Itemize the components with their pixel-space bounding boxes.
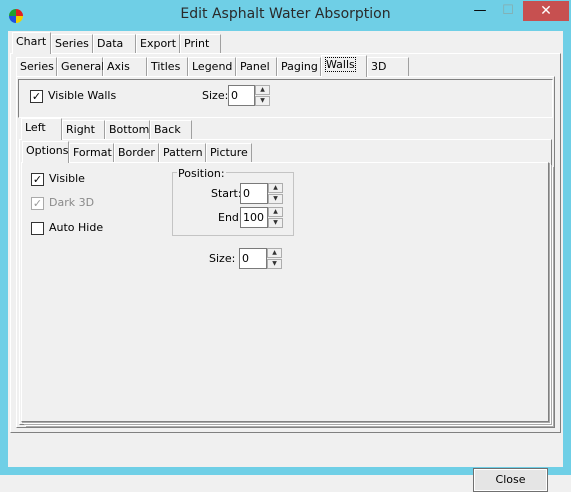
auto-hide-checkbox[interactable] [31, 222, 44, 235]
tab-axis[interactable]: Axis [103, 57, 147, 76]
walls-size-label: Size: [202, 89, 229, 102]
tab-picture[interactable]: Picture [206, 143, 252, 162]
spin-down-icon[interactable]: ▼ [268, 194, 283, 204]
visible-label: Visible [49, 172, 85, 185]
position-group-title: Position: [177, 167, 226, 180]
options-size-input[interactable]: 0 [239, 248, 267, 269]
spin-down-icon[interactable]: ▼ [267, 259, 282, 269]
start-label: Start: [211, 187, 242, 200]
end-input[interactable]: 100 [240, 207, 268, 228]
spin-up-icon[interactable]: ▲ [268, 207, 283, 217]
auto-hide-label: Auto Hide [49, 221, 104, 234]
dark3d-label: Dark 3D [49, 196, 95, 209]
dark3d-checkbox[interactable]: ✓ [31, 197, 44, 210]
spin-up-icon[interactable]: ▲ [255, 85, 270, 95]
maximize-button[interactable]: ☐ [494, 1, 522, 21]
end-spinner[interactable]: ▲ ▼ [268, 207, 283, 228]
visible-walls-label: Visible Walls [48, 89, 117, 102]
tab-print[interactable]: Print [180, 34, 221, 53]
start-spinner[interactable]: ▲ ▼ [268, 183, 283, 204]
tab-walls[interactable]: Walls [321, 55, 367, 77]
dialog-window: Edit Asphalt Water Absorption — ☐ ✕ Char… [0, 0, 571, 492]
close-window-button[interactable]: ✕ [523, 1, 569, 21]
left-wall-panel: Options Format Border Pattern Picture ✓ … [19, 139, 552, 425]
tab-panel[interactable]: Panel [236, 57, 277, 76]
tab-pattern[interactable]: Pattern [159, 143, 206, 162]
end-label: End: [218, 211, 243, 224]
tab-export[interactable]: Export [136, 34, 180, 53]
walls-panel: ✓ Visible Walls Size: 0 ▲ ▼ Left Right B… [16, 76, 555, 428]
tab-chart-series[interactable]: Series [16, 57, 57, 76]
spin-up-icon[interactable]: ▲ [267, 248, 282, 258]
tab-border[interactable]: Border [114, 143, 159, 162]
options-size-spinner[interactable]: ▲ ▼ [267, 248, 282, 269]
minimize-button[interactable]: — [466, 1, 494, 21]
tab-3d[interactable]: 3D [367, 57, 409, 76]
tab-format[interactable]: Format [69, 143, 114, 162]
tab-options[interactable]: Options [22, 141, 69, 163]
walls-options-bar: ✓ Visible Walls Size: 0 ▲ ▼ [18, 79, 553, 118]
options-panel: ✓ Visible ✓ Dark 3D Auto Hide Position: … [21, 162, 549, 422]
tab-bottom[interactable]: Bottom [105, 120, 150, 139]
visible-walls-checkbox[interactable]: ✓ [30, 90, 43, 103]
title-bar: Edit Asphalt Water Absorption — ☐ ✕ [0, 0, 571, 31]
start-input[interactable]: 0 [240, 183, 268, 204]
tab-general[interactable]: General [57, 57, 104, 76]
spin-down-icon[interactable]: ▼ [268, 218, 283, 228]
tab-left[interactable]: Left [21, 118, 62, 140]
tab-walls-label: Walls [325, 57, 356, 72]
spin-down-icon[interactable]: ▼ [255, 96, 270, 106]
dialog-client: Chart Series Data Export Print Series Ge… [8, 31, 563, 492]
tab-back[interactable]: Back [150, 120, 192, 139]
options-size-label: Size: [209, 252, 236, 265]
walls-size-input[interactable]: 0 [228, 85, 255, 106]
close-button[interactable]: Close [473, 468, 548, 492]
position-group: Position: Start: 0 ▲ ▼ End: 100 ▲ ▼ [172, 167, 294, 236]
chart-panel: Series General Axis Titles Legend Panel … [10, 53, 561, 433]
tab-titles[interactable]: Titles [147, 57, 188, 76]
tab-chart[interactable]: Chart [12, 32, 51, 54]
spin-up-icon[interactable]: ▲ [268, 183, 283, 193]
tab-right[interactable]: Right [62, 120, 105, 139]
visible-checkbox[interactable]: ✓ [31, 173, 44, 186]
tab-series[interactable]: Series [51, 34, 93, 53]
tab-legend[interactable]: Legend [188, 57, 236, 76]
walls-size-spinner[interactable]: ▲ ▼ [255, 85, 270, 106]
tab-data[interactable]: Data [93, 34, 136, 53]
tab-paging[interactable]: Paging [277, 57, 321, 76]
